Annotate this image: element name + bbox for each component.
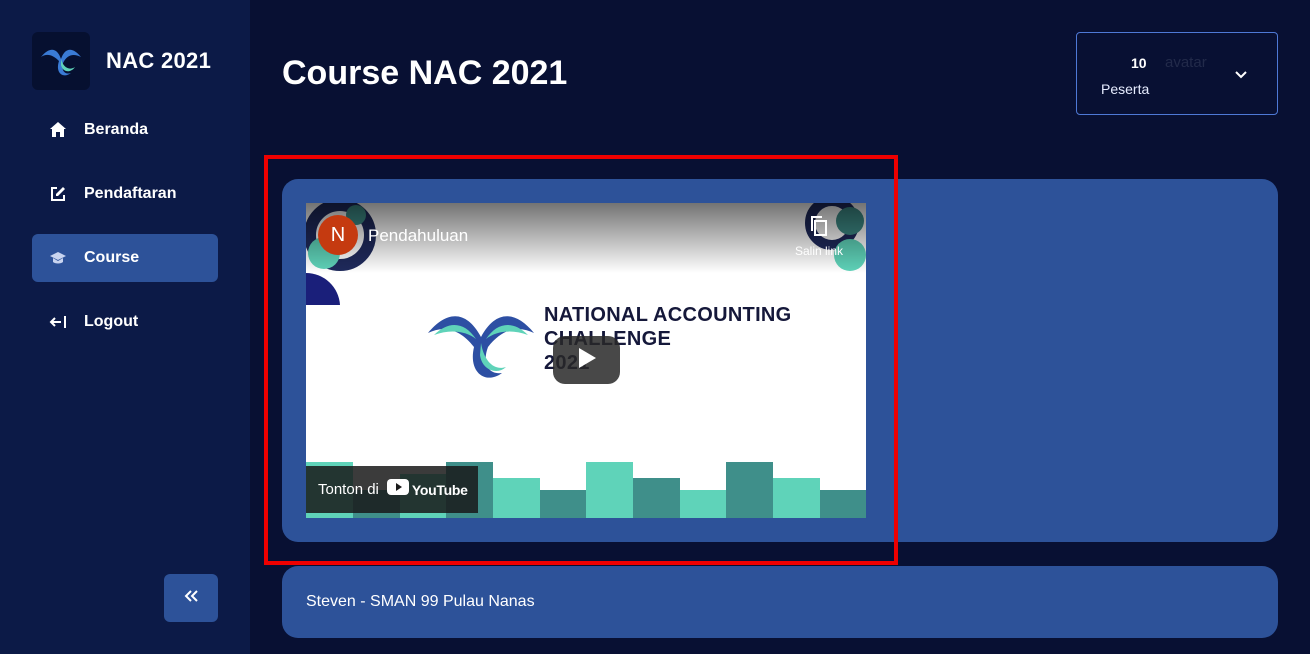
sidebar-item-pendaftaran[interactable]: Pendaftaran bbox=[32, 170, 218, 218]
nac-emblem-icon bbox=[426, 303, 536, 388]
participant-info-text: Steven - SMAN 99 Pulau Nanas bbox=[306, 593, 535, 610]
sidebar-item-logout[interactable]: Logout bbox=[32, 298, 218, 346]
copy-link-label: Salin link bbox=[794, 244, 844, 258]
user-menu-dropdown[interactable]: 10 avatar Peserta bbox=[1076, 32, 1278, 115]
participant-info-card: Steven - SMAN 99 Pulau Nanas bbox=[282, 566, 1278, 638]
graduation-cap-icon bbox=[48, 248, 68, 268]
sidebar-item-label: Pendaftaran bbox=[84, 185, 177, 202]
sidebar-item-beranda[interactable]: Beranda bbox=[32, 106, 218, 154]
sidebar-item-label: Course bbox=[84, 249, 140, 266]
watch-on-label: Tonton di bbox=[318, 481, 379, 498]
video-title[interactable]: Pendahuluan bbox=[368, 226, 468, 246]
sidebar-item-label: Logout bbox=[84, 313, 139, 330]
youtube-logo: YouTube bbox=[386, 479, 468, 500]
youtube-wordmark: YouTube bbox=[411, 481, 468, 498]
page-title: Course NAC 2021 bbox=[282, 54, 568, 92]
brand[interactable]: NAC 2021 bbox=[32, 32, 211, 90]
watch-on-youtube-button[interactable]: Tonton di YouTube bbox=[306, 466, 478, 513]
play-button[interactable] bbox=[553, 336, 620, 384]
brand-name: NAC 2021 bbox=[106, 48, 212, 73]
chevron-down-icon bbox=[1235, 67, 1247, 85]
user-role: Peserta bbox=[1101, 81, 1150, 97]
edit-icon bbox=[48, 184, 68, 204]
home-icon bbox=[48, 120, 68, 140]
logout-icon bbox=[48, 312, 68, 332]
sidebar-item-course[interactable]: Course bbox=[32, 234, 218, 282]
copy-icon bbox=[809, 216, 829, 241]
participant-count: 10 bbox=[1131, 55, 1147, 71]
play-icon bbox=[577, 347, 597, 374]
overlay-line: NATIONAL ACCOUNTING bbox=[544, 304, 792, 326]
nac-logo-icon bbox=[32, 32, 90, 90]
collapse-sidebar-button[interactable] bbox=[164, 574, 218, 622]
sidebar-nav: Beranda Pendaftaran Course Logout bbox=[32, 106, 218, 362]
sidebar: NAC 2021 Beranda Pendaftaran Course Logo… bbox=[0, 0, 250, 654]
double-chevron-left-icon bbox=[183, 589, 199, 608]
channel-avatar[interactable]: N bbox=[318, 215, 358, 255]
avatar: avatar bbox=[1165, 54, 1207, 71]
youtube-icon bbox=[386, 479, 409, 500]
copy-link-button[interactable]: Salin link bbox=[784, 215, 854, 258]
sidebar-item-label: Beranda bbox=[84, 121, 149, 138]
youtube-video-player[interactable]: N Pendahuluan Salin link NATIONAL ACCOUN… bbox=[306, 203, 866, 518]
